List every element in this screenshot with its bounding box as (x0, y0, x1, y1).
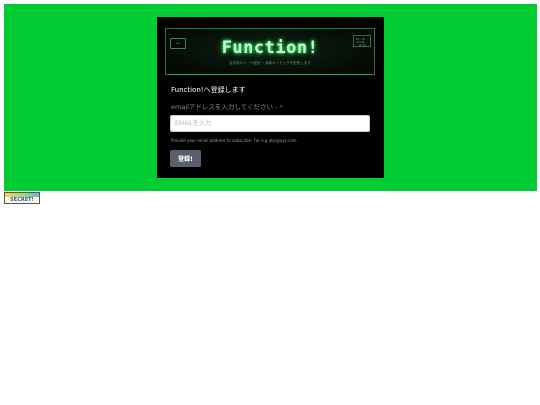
header-banner: ▸▸ Mon 20 · 00:00 · 12:44 Function! 会員制の… (165, 28, 375, 75)
required-mark: * (279, 103, 283, 111)
secret-badge-image[interactable]: SECRET! (4, 192, 40, 204)
banner-title: Function! (221, 38, 319, 58)
banner-subtitle: 会員制のメール配信 ─ 最新のトピックを配信します (229, 61, 311, 65)
form-heading: Function!へ登録します (171, 86, 246, 94)
badge-text: SECRET! (10, 197, 34, 203)
email-helper-text: Provide your email address to subscribe.… (171, 138, 297, 143)
subscribe-button[interactable]: 登録! (170, 150, 201, 167)
subscribe-form-card: ▸▸ Mon 20 · 00:00 · 12:44 Function! 会員制の… (157, 17, 384, 178)
email-input[interactable] (170, 115, 370, 132)
email-label-text: emailアドレスを入力してください - (171, 103, 280, 111)
email-label: emailアドレスを入力してください - * (171, 101, 283, 111)
